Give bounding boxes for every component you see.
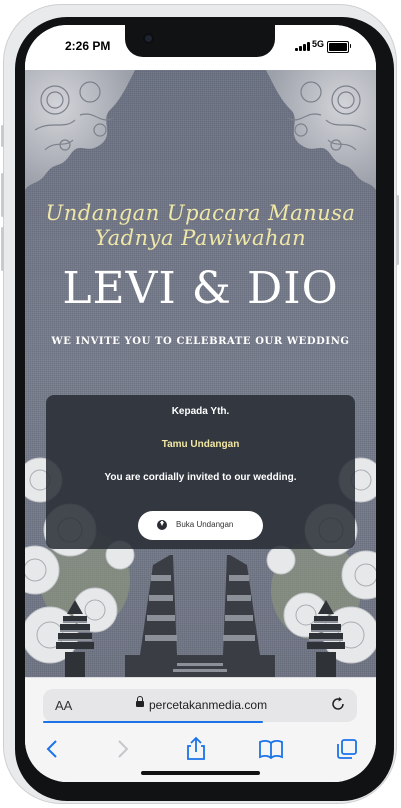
invite-tagline: WE INVITE YOU TO CELEBRATE OUR WEDDING: [51, 336, 350, 347]
address-bar[interactable]: AA percetakanmedia.com: [43, 689, 357, 722]
home-indicator[interactable]: [141, 771, 260, 775]
browser-nav-row: [25, 735, 376, 763]
url-text[interactable]: percetakanmedia.com: [149, 698, 267, 712]
card-greeting: Kepada Yth.: [171, 406, 230, 417]
open-invitation-button[interactable]: Buka Undangan: [138, 511, 263, 540]
battery-icon: [327, 41, 351, 53]
card-message: You are cordially invited to our wedding…: [104, 472, 297, 483]
camera-notch: [125, 25, 275, 57]
text-size-button[interactable]: AA: [55, 698, 72, 713]
bookmarks-icon[interactable]: [257, 735, 285, 763]
forward-icon[interactable]: [108, 735, 136, 763]
side-button-silent: [1, 125, 4, 147]
side-button-volume-down: [1, 227, 4, 271]
open-invitation-label: Buka Undangan: [176, 520, 234, 529]
front-camera-icon: [143, 33, 154, 44]
tabs-icon[interactable]: [333, 735, 361, 763]
script-title-line2: Yadnya Pawiwahan: [94, 226, 307, 250]
side-button-power: [396, 195, 399, 265]
status-time: 2:26 PM: [65, 39, 111, 53]
guest-name: Tamu Undangan: [161, 439, 240, 450]
side-button-volume-up: [1, 173, 4, 217]
invitation-card: Kepada Yth. Tamu Undangan You are cordia…: [46, 395, 355, 549]
couple-names: LEVI & DIO: [62, 263, 339, 314]
temple-gate: [125, 555, 275, 677]
lock-icon: [136, 696, 144, 707]
pagoda-right: [307, 600, 345, 677]
script-title-line1: Undangan Upacara Manusa: [45, 201, 356, 225]
invitation-page[interactable]: Undangan Upacara Manusa Yadnya Pawiwahan…: [25, 70, 376, 677]
lace-ornament-top-left: [25, 70, 135, 190]
page-load-progress: [43, 721, 263, 723]
reload-icon[interactable]: [330, 696, 346, 712]
signal-icon: [295, 42, 310, 51]
back-icon[interactable]: [39, 735, 67, 763]
share-icon[interactable]: [182, 735, 210, 763]
pagoda-left: [56, 600, 94, 677]
download-circle-icon: [157, 520, 167, 530]
phone-screen: 2:26 PM 5G Undangan Upacara Manusa Yadny…: [25, 25, 376, 782]
network-label: 5G: [312, 39, 325, 49]
safari-toolbar: AA percetakanmedia.com: [25, 677, 376, 782]
lace-ornament-top-right: [266, 70, 376, 190]
